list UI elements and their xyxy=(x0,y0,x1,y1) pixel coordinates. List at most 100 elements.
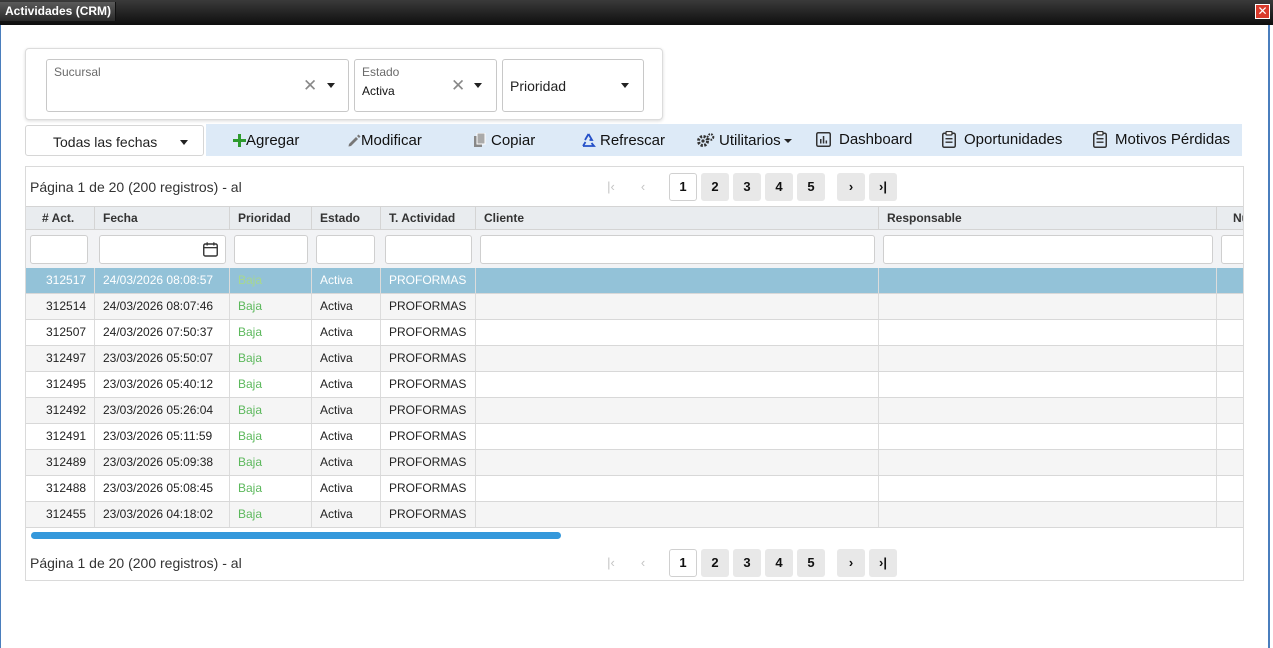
pencil-icon xyxy=(348,134,361,146)
chevron-down-icon[interactable] xyxy=(180,140,188,145)
utilitarios-dropdown[interactable]: Utilitarios xyxy=(696,132,792,149)
cell-cliente xyxy=(476,346,879,371)
filter-tipo-input[interactable] xyxy=(385,235,472,264)
page-button-4[interactable]: 4 xyxy=(765,549,793,577)
filter-id-input[interactable] xyxy=(30,235,88,264)
header-responsable[interactable]: Responsable xyxy=(879,207,1217,229)
filter-prioridad-input[interactable] xyxy=(234,235,308,264)
cell-estado: Activa xyxy=(312,268,381,293)
cell-cliente xyxy=(476,450,879,475)
table-row[interactable]: 312489 23/03/2026 05:09:38 Baja Activa PROFO… xyxy=(26,450,1243,476)
page-button-2[interactable]: 2 xyxy=(701,549,729,577)
cell-responsable xyxy=(879,320,1217,345)
oportunidades-label: Oportunidades xyxy=(964,131,1063,148)
table-row[interactable]: 312517 24/03/2026 08:08:57 Baja Activa PROFO… xyxy=(26,268,1243,294)
sucursal-select[interactable]: Sucursal ✕ xyxy=(46,59,349,112)
page-button-5[interactable]: 5 xyxy=(797,549,825,577)
chart-icon xyxy=(816,132,831,147)
page-button-3[interactable]: 3 xyxy=(733,173,761,201)
table-row[interactable]: 312507 24/03/2026 07:50:37 Baja Activa PROFO… xyxy=(26,320,1243,346)
page-button-4[interactable]: 4 xyxy=(765,173,793,201)
copiar-button[interactable]: Copiar xyxy=(473,132,535,149)
refrescar-button[interactable]: Refrescar xyxy=(581,132,665,149)
filter-extra-input[interactable] xyxy=(1221,235,1243,264)
cell-prioridad: Baja xyxy=(230,294,312,319)
filter-cliente-input[interactable] xyxy=(480,235,875,264)
table-row[interactable]: 312455 23/03/2026 04:18:02 Baja Activa PROFO… xyxy=(26,502,1243,528)
prioridad-select[interactable]: Prioridad xyxy=(502,59,644,112)
clear-icon[interactable]: ✕ xyxy=(303,76,317,96)
estado-select[interactable]: Estado Activa ✕ xyxy=(354,59,497,112)
page-button-1[interactable]: 1 xyxy=(669,549,697,577)
cell-estado: Activa xyxy=(312,502,381,527)
cell-extra xyxy=(1217,268,1243,293)
cell-responsable xyxy=(879,372,1217,397)
cell-id: 312488 xyxy=(26,476,95,501)
calendar-icon[interactable] xyxy=(203,242,218,257)
chevron-down-icon[interactable] xyxy=(621,83,629,88)
page-button-2[interactable]: 2 xyxy=(701,173,729,201)
cell-prioridad: Baja xyxy=(230,320,312,345)
oportunidades-button[interactable]: Oportunidades xyxy=(942,131,1062,148)
cell-prioridad: Baja xyxy=(230,476,312,501)
cell-prioridad: Baja xyxy=(230,398,312,423)
header-id[interactable]: # Act. xyxy=(26,207,95,229)
cell-extra xyxy=(1217,320,1243,345)
cell-responsable xyxy=(879,450,1217,475)
prev-page-icon[interactable]: ‹ xyxy=(629,549,657,577)
cell-extra xyxy=(1217,294,1243,319)
table-row[interactable]: 312497 23/03/2026 05:50:07 Baja Activa PROFO… xyxy=(26,346,1243,372)
modificar-button[interactable]: Modificar xyxy=(347,132,422,149)
cell-fecha: 23/03/2026 05:40:12 xyxy=(95,372,230,397)
motivos-perdidas-button[interactable]: Motivos Pérdidas xyxy=(1093,131,1230,148)
cell-id: 312491 xyxy=(26,424,95,449)
cell-cliente xyxy=(476,398,879,423)
activities-grid: Página 1 de 20 (200 registros) - al |‹ ‹… xyxy=(25,166,1244,581)
table-row[interactable]: 312514 24/03/2026 08:07:46 Baja Activa PROFO… xyxy=(26,294,1243,320)
table-row[interactable]: 312495 23/03/2026 05:40:12 Baja Activa PROFO… xyxy=(26,372,1243,398)
header-estado[interactable]: Estado xyxy=(312,207,381,229)
cell-id: 312507 xyxy=(26,320,95,345)
cell-fecha: 23/03/2026 05:26:04 xyxy=(95,398,230,423)
window-title: Actividades (CRM) xyxy=(0,2,117,21)
close-icon[interactable]: ✕ xyxy=(1255,4,1270,19)
horizontal-scrollbar[interactable] xyxy=(31,532,561,539)
page-button-5[interactable]: 5 xyxy=(797,173,825,201)
prev-page-icon[interactable]: ‹ xyxy=(629,173,657,201)
page-button-3[interactable]: 3 xyxy=(733,549,761,577)
next-page-icon[interactable]: › xyxy=(837,549,865,577)
clear-icon[interactable]: ✕ xyxy=(451,76,465,96)
header-extra[interactable]: Nu xyxy=(1217,207,1243,229)
header-fecha[interactable]: Fecha xyxy=(95,207,230,229)
cell-estado: Activa xyxy=(312,320,381,345)
table-row[interactable]: 312492 23/03/2026 05:26:04 Baja Activa PROFO… xyxy=(26,398,1243,424)
chevron-down-icon[interactable] xyxy=(327,83,335,88)
cell-extra xyxy=(1217,424,1243,449)
modificar-label: Modificar xyxy=(361,132,422,149)
header-tipo[interactable]: T. Actividad xyxy=(381,207,476,229)
filter-fecha-input[interactable] xyxy=(99,235,226,264)
page-button-1[interactable]: 1 xyxy=(669,173,697,201)
first-page-icon[interactable]: |‹ xyxy=(597,549,625,577)
header-prioridad[interactable]: Prioridad xyxy=(230,207,312,229)
header-cliente[interactable]: Cliente xyxy=(476,207,879,229)
agregar-button[interactable]: Agregar xyxy=(233,132,299,149)
table-row[interactable]: 312488 23/03/2026 05:08:45 Baja Activa PROFO… xyxy=(26,476,1243,502)
filter-estado-input[interactable] xyxy=(316,235,375,264)
agregar-label: Agregar xyxy=(246,132,300,149)
next-page-icon[interactable]: › xyxy=(837,173,865,201)
chevron-down-icon[interactable] xyxy=(474,83,482,88)
dashboard-button[interactable]: Dashboard xyxy=(816,131,912,148)
last-page-icon[interactable]: ›| xyxy=(869,173,897,201)
table-row[interactable]: 312491 23/03/2026 05:11:59 Baja Activa PROFO… xyxy=(26,424,1243,450)
date-range-select[interactable]: Todas las fechas xyxy=(25,125,204,156)
recycle-icon xyxy=(582,133,596,147)
last-page-icon[interactable]: ›| xyxy=(869,549,897,577)
filter-responsable-input[interactable] xyxy=(883,235,1213,264)
first-page-icon[interactable]: |‹ xyxy=(597,173,625,201)
cell-tipo: PROFORMAS xyxy=(381,450,476,475)
cell-id: 312492 xyxy=(26,398,95,423)
cell-id: 312495 xyxy=(26,372,95,397)
plus-icon xyxy=(233,134,246,147)
cell-estado: Activa xyxy=(312,346,381,371)
